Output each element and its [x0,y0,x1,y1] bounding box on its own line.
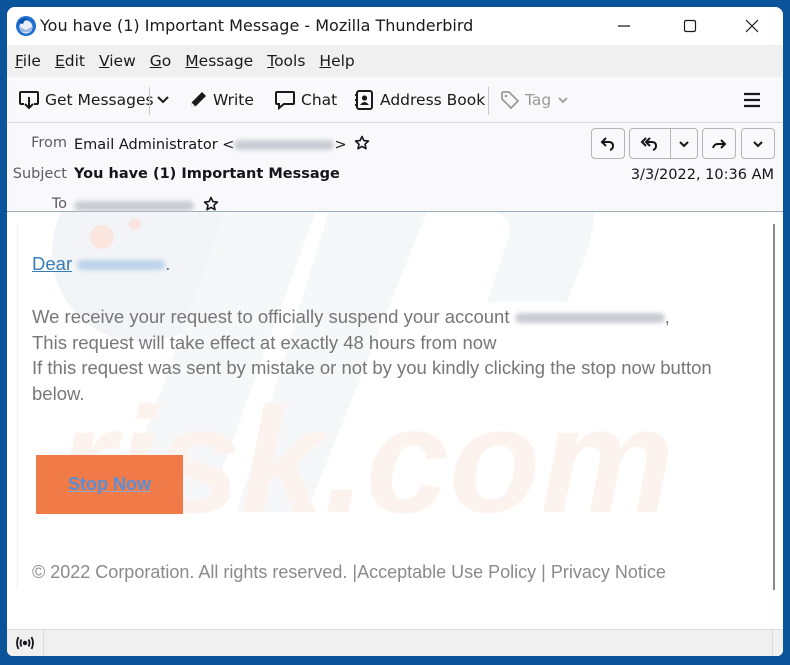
sender-name: Email Administrator < [74,137,235,153]
subject-label: Subject [12,166,67,182]
chat-button[interactable]: Chat [274,87,337,113]
menu-bar: File Edit View Go Message Tools Help [7,45,783,77]
chevron-down-icon [558,97,568,104]
recipient-email-redacted [74,201,194,211]
from-label: From [31,135,67,151]
close-button[interactable] [729,7,775,45]
reply-icon [600,136,615,151]
line-1-text: We receive your request to officially su… [32,306,510,327]
menu-help-accel: H [319,52,332,70]
get-messages-button[interactable]: Get Messages [18,87,154,113]
status-divider [43,630,44,656]
maximize-button[interactable] [667,7,713,45]
tag-icon [501,91,520,110]
sender-email-redacted [234,140,335,150]
address-book-label: Address Book [380,91,486,109]
menu-message-accel: M [185,52,199,70]
menu-view-label: iew [109,52,136,70]
menu-edit[interactable]: Edit [55,52,85,70]
email-footer: © 2022 Corporation. All rights reserved.… [32,562,666,582]
reply-button[interactable] [591,128,625,159]
reply-all-icon [640,136,658,151]
greeting-end: . [165,253,171,274]
message-line-3: If this request was sent by mistake or n… [32,357,712,404]
message-frame [17,224,775,590]
menu-edit-accel: E [54,52,65,70]
chevron-down-icon [679,140,689,147]
menu-help-label: elp [331,52,355,70]
toolbar-divider [149,87,150,115]
thunderbird-window: You have (1) Important Message - Mozilla… [7,7,783,656]
minimize-button[interactable] [601,7,647,45]
write-label: Write [213,91,254,109]
from-value[interactable]: Email Administrator < > [74,135,370,153]
forward-icon [712,138,727,149]
subject-value: You have (1) Important Message [74,166,340,182]
reply-all-dropdown[interactable] [671,138,697,150]
thunderbird-logo-icon [16,16,36,36]
menu-view[interactable]: View [99,52,136,70]
main-toolbar: Get Messages Write Chat Address Book Tag [7,77,783,123]
get-messages-label: Get Messages [45,91,154,109]
message-date: 3/3/2022, 10:36 AM [630,167,774,183]
menu-message[interactable]: Message [185,52,253,70]
menu-go-label: o [161,52,172,70]
address-book-button[interactable]: Address Book [353,87,485,113]
to-label: To [51,196,67,212]
status-bar [7,629,783,656]
hamburger-menu-icon [744,92,760,108]
menu-file-label: ile [22,52,41,70]
menu-file-accel: F [15,52,23,70]
status-divider [772,630,773,656]
more-actions-button[interactable] [741,128,775,159]
chevron-down-icon [753,140,763,147]
tag-button[interactable]: Tag [500,87,574,113]
forward-button[interactable] [702,128,736,159]
star-icon[interactable] [354,135,370,151]
message-body: risk.com Dear . We receive your request … [7,212,783,628]
menu-go[interactable]: Go [150,52,172,70]
menu-edit-label: dit [64,52,85,70]
pencil-icon [191,92,206,107]
app-menu-button[interactable] [743,87,766,113]
menu-go-accel: G [149,52,162,70]
menu-file[interactable]: File [15,52,41,70]
title-bar: You have (1) Important Message - Mozilla… [7,7,783,45]
chat-label: Chat [301,91,338,109]
message-paragraph: We receive your request to officially su… [32,304,762,406]
download-icon [19,91,39,110]
address-book-icon [355,90,373,110]
get-messages-dropdown[interactable] [156,87,175,113]
recipient-name-redacted [77,260,166,271]
stop-now-button[interactable]: Stop Now [36,455,183,514]
chevron-down-icon [157,96,169,104]
menu-help[interactable]: Help [319,52,354,70]
minimize-icon [618,25,630,27]
message-line-2: This request will take effect at exactly… [32,331,497,353]
menu-message-label: essage [198,52,254,70]
greeting-link[interactable]: Dear [32,253,72,274]
menu-view-accel: V [98,52,110,70]
write-button[interactable]: Write [188,87,254,113]
reply-all-button[interactable] [630,136,670,152]
line-1-end: , [664,306,670,327]
message-line-1: We receive your request to officially su… [32,304,762,330]
chat-bubble-icon [275,91,295,111]
menu-tools[interactable]: Tools [267,52,305,70]
close-icon [745,19,759,33]
sender-close: > [334,137,347,153]
online-status-icon[interactable] [15,634,35,652]
greeting: Dear . [32,253,170,275]
star-icon[interactable] [203,196,219,212]
stop-now-label: Stop Now [68,474,151,494]
message-header: From Email Administrator < > Subject You … [7,123,783,212]
reply-all-button-group [629,128,698,159]
maximize-icon [683,19,697,33]
account-email-redacted [514,313,665,324]
window-title: You have (1) Important Message - Mozilla… [40,16,474,35]
toolbar-divider [488,87,489,115]
menu-tools-label: ools [274,52,306,70]
tag-label: Tag [525,91,552,109]
